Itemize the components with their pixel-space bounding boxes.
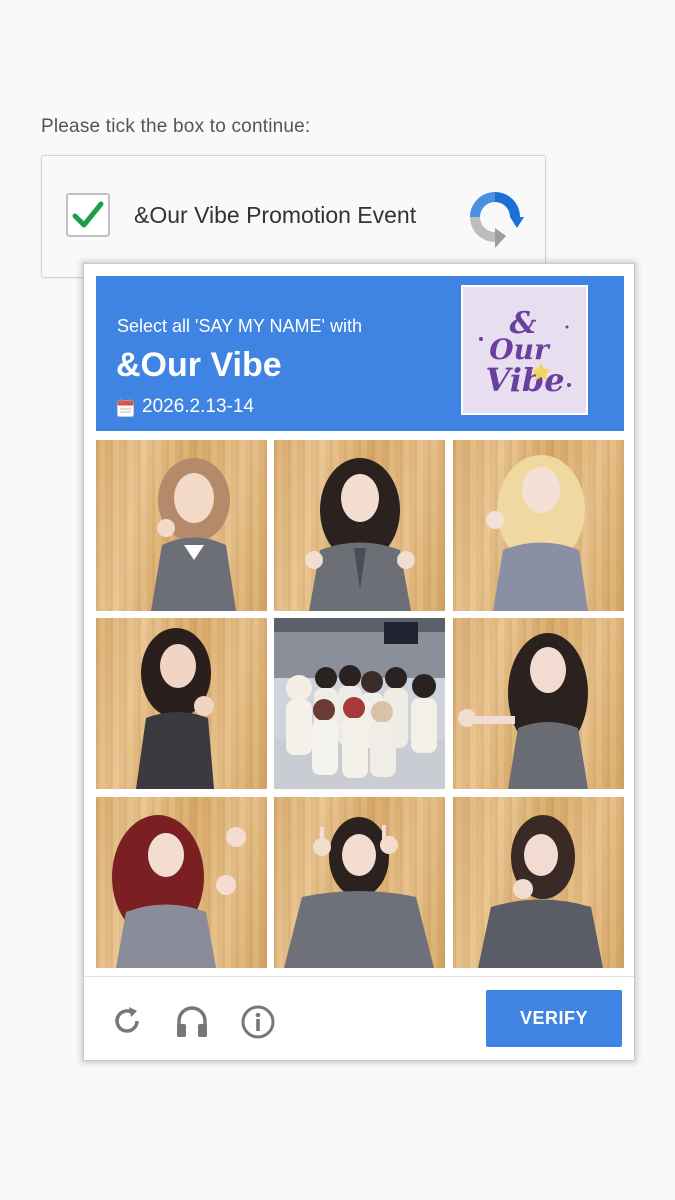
captcha-checkbox-card: &Our Vibe Promotion Event xyxy=(41,155,546,278)
verify-button[interactable]: VERIFY xyxy=(486,990,622,1047)
footer-divider xyxy=(84,976,634,977)
image-tile[interactable] xyxy=(96,440,267,611)
image-tile[interactable] xyxy=(274,440,445,611)
challenge-header: Select all 'SAY MY NAME' with &Our Vibe … xyxy=(96,276,624,431)
recaptcha-logo-icon xyxy=(462,184,528,250)
calendar-icon xyxy=(117,397,134,417)
image-tile[interactable] xyxy=(274,797,445,968)
checkmark-icon xyxy=(72,201,104,228)
challenge-title: &Our Vibe xyxy=(116,346,282,384)
image-tile[interactable] xyxy=(453,440,624,611)
svg-text:Vibe: Vibe xyxy=(485,361,564,399)
image-tile[interactable] xyxy=(96,618,267,789)
image-tile[interactable] xyxy=(96,797,267,968)
image-tile[interactable] xyxy=(453,797,624,968)
checkbox-label: &Our Vibe Promotion Event xyxy=(134,202,417,228)
challenge-instruction: Select all 'SAY MY NAME' with xyxy=(117,316,362,336)
image-grid xyxy=(96,440,624,968)
our-vibe-logo: & Our Vibe xyxy=(461,285,588,415)
captcha-challenge-panel: Select all 'SAY MY NAME' with &Our Vibe … xyxy=(83,263,635,1061)
captcha-checkbox[interactable] xyxy=(66,193,110,237)
refresh-icon[interactable] xyxy=(110,1004,144,1038)
info-icon[interactable] xyxy=(240,1004,275,1039)
image-tile[interactable] xyxy=(453,618,624,789)
image-tile[interactable] xyxy=(274,618,445,789)
audio-challenge-icon[interactable] xyxy=(174,1004,208,1038)
challenge-date: 2026.2.13-14 xyxy=(142,396,254,417)
challenge-date-row: 2026.2.13-14 xyxy=(117,396,254,418)
prompt-text: Please tick the box to continue: xyxy=(41,116,311,137)
